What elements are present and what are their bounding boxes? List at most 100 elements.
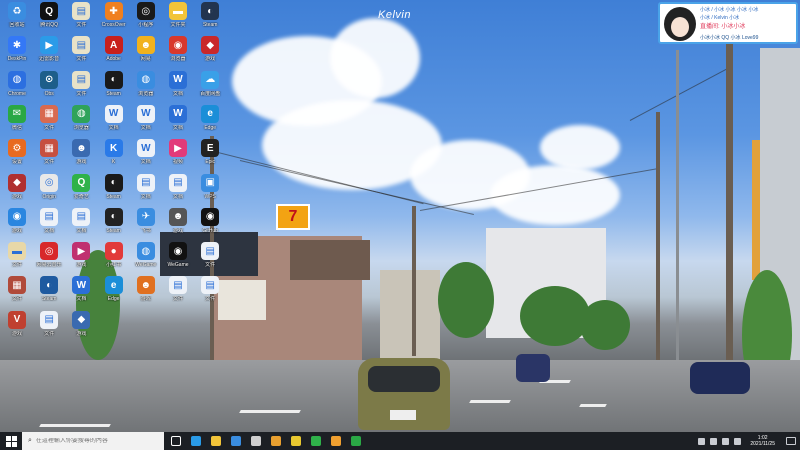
taskbar-app[interactable] — [286, 432, 306, 450]
network-icon[interactable] — [710, 437, 718, 445]
desktop-icon[interactable]: ▶ 迅雷影音 — [32, 36, 66, 74]
desktop-icon[interactable]: e Edge — [193, 104, 227, 143]
taskbar-app[interactable] — [186, 432, 206, 450]
desktop-icon[interactable]: ▤ 文件 — [193, 242, 227, 280]
desktop-icon[interactable]: ◆ 游戏 — [64, 310, 98, 349]
desktop-icon[interactable]: ▤ 文件 — [32, 310, 66, 349]
desktop-icon[interactable]: W 文档 — [97, 104, 131, 143]
desktop-icon[interactable]: W 文档 — [129, 104, 163, 143]
notification-icon[interactable] — [786, 437, 796, 445]
taskbar-app[interactable] — [226, 432, 246, 450]
desktop-icon-label: 文件 — [205, 262, 216, 269]
desktop-icon[interactable]: ▦ 文件 — [0, 276, 34, 314]
desktop-icon[interactable]: ◍ WeGame — [129, 242, 163, 280]
task-view-icon — [171, 436, 181, 446]
taskbar-app[interactable] — [306, 432, 326, 450]
desktop-icon[interactable]: ✈ 飞书 — [129, 207, 163, 246]
desktop-icon[interactable]: ✱ DeskPin — [0, 36, 34, 74]
doc-icon: W — [136, 139, 155, 158]
epic-icon: E — [201, 139, 220, 158]
desktop-icon[interactable]: ▤ 文件 — [64, 70, 98, 109]
desktop-icon[interactable]: ◎ Origin — [32, 173, 66, 212]
video-icon: ▶ — [169, 139, 187, 158]
taskbar-app[interactable] — [206, 432, 226, 450]
desktop-icon[interactable]: ♻ 回收站 — [0, 2, 34, 40]
desktop-icon[interactable]: ✉ 微信 — [0, 104, 34, 143]
desktop-icon[interactable]: ▤ 文件 — [161, 276, 195, 314]
desktop-icon[interactable]: ▤ 文档 — [161, 173, 195, 212]
desktop-icon[interactable]: ◐ Steam — [193, 2, 227, 40]
desktop-icon[interactable]: ▦ 文件 — [32, 139, 66, 177]
desktop-icon[interactable]: ⚙ 设置 — [0, 139, 34, 177]
desktop-icon[interactable]: ◎ 网易云音乐 — [32, 242, 66, 280]
desktop-icon[interactable]: ☻ 游戏 — [64, 139, 98, 177]
browser-icon: ◍ — [72, 104, 91, 123]
folder-icon: ▬ — [8, 242, 26, 261]
banner-line-4: 小冰小冰 QQ 小冰 Love99 — [700, 35, 759, 41]
desktop-icon[interactable]: ◐ Steam — [97, 70, 131, 109]
desktop-icon[interactable]: ● 小红书 — [97, 242, 131, 280]
edge-icon — [191, 436, 201, 446]
desktop-icon[interactable]: ▤ 文档 — [32, 207, 66, 246]
desktop-icon[interactable]: ☻ 游戏 — [161, 207, 195, 246]
desktop-icon[interactable]: ◉ 游戏 — [0, 207, 34, 246]
taskbar-app[interactable] — [266, 432, 286, 450]
desktop-icon[interactable]: ▤ 文档 — [64, 207, 98, 246]
desktop-icon[interactable]: ▦ 文件 — [32, 104, 66, 143]
desktop-icon[interactable]: ◍ Chrome — [0, 70, 34, 109]
taskbar-app[interactable] — [326, 432, 346, 450]
desktop-icon[interactable]: V 游戏 — [0, 310, 34, 349]
start-button[interactable] — [0, 432, 22, 450]
desktop-icon[interactable]: ✚ CrossOver — [97, 2, 131, 40]
desktop-icon[interactable]: ◆ 游戏 — [193, 36, 227, 74]
desktop-icon[interactable]: ☁ 百度网盘 — [193, 70, 227, 109]
desktop-icon[interactable]: ☻ 网易 — [129, 36, 163, 74]
taskbar-app[interactable] — [346, 432, 366, 450]
desktop-icon[interactable]: ◎ 小程序 — [129, 2, 163, 40]
search-input[interactable] — [35, 438, 152, 444]
desktop-icon[interactable]: W 文档 — [161, 104, 195, 143]
desktop-icon[interactable]: A Adobe — [97, 36, 131, 74]
chrome-icon — [291, 436, 301, 446]
desktop-icon[interactable]: ◍ 浏览器 — [129, 70, 163, 109]
desktop-icon[interactable]: ☻ 游戏 — [129, 276, 163, 314]
desktop-icon[interactable]: ◉ 浏览器 — [161, 36, 195, 74]
search-box[interactable]: ⌕ — [22, 432, 164, 450]
desktop-icon[interactable]: ▶ 游戏 — [64, 242, 98, 280]
desktop-icon[interactable]: ▤ 文件 — [64, 2, 98, 40]
doc-icon: W — [169, 70, 187, 89]
desktop-icon[interactable]: ◆ 游戏 — [0, 173, 34, 212]
chevron-up-icon[interactable] — [698, 437, 706, 445]
desktop-icon[interactable]: ▶ 视频 — [161, 139, 195, 177]
desktop-icon[interactable]: ◐ Steam — [97, 173, 131, 212]
desktop-icon[interactable]: ⊙ Obs — [32, 70, 66, 109]
desktop-icon[interactable]: ▤ 文件 — [64, 36, 98, 74]
desktop-icon[interactable]: e Edge — [97, 276, 131, 314]
desktop-icon[interactable]: ◉ GitHub — [193, 207, 227, 246]
taskbar-app[interactable] — [166, 432, 186, 450]
desktop-icon[interactable]: ◐ Steam — [97, 207, 131, 246]
volume-icon[interactable] — [722, 437, 730, 445]
doc-icon: W — [169, 104, 187, 123]
desktop-icon[interactable]: W 文档 — [64, 276, 98, 314]
desktop-icon[interactable]: W 文档 — [129, 139, 163, 177]
desktop-icon[interactable]: ▤ 文档 — [129, 173, 163, 212]
desktop-icon[interactable]: W 文档 — [161, 70, 195, 109]
clock[interactable]: 1:02 2021/11/25 — [750, 435, 775, 447]
desktop-icon[interactable]: ▤ 文件 — [193, 276, 227, 314]
desktop-icon[interactable]: ◐ Steam — [32, 276, 66, 314]
desktop-icon[interactable]: ▣ WPS — [193, 173, 227, 212]
desktop-icon[interactable]: Q 爱奇艺 — [64, 173, 98, 212]
taskbar-app[interactable] — [246, 432, 266, 450]
desktop-icon[interactable]: ◍ 浏览器 — [64, 104, 98, 143]
desktop[interactable]: 7 Kelvin 小冰 / 小冰 小冰 小冰 小冰 小冰 / Kelvin 小冰… — [0, 0, 800, 450]
desktop-icon[interactable]: KK — [97, 139, 131, 177]
desktop-icon[interactable]: Q 腾讯QQ — [32, 2, 66, 40]
desktop-icon[interactable]: E Epic — [193, 139, 227, 177]
avatar — [664, 7, 696, 41]
desktop-icon[interactable]: ▬ 文件 — [0, 242, 34, 280]
desktop-icon[interactable]: ▬ 文件夹 — [161, 2, 195, 40]
crossover-icon: ✚ — [104, 2, 123, 20]
desktop-icon[interactable]: ◉ WeGame — [161, 242, 195, 280]
ime-icon[interactable] — [734, 437, 742, 445]
